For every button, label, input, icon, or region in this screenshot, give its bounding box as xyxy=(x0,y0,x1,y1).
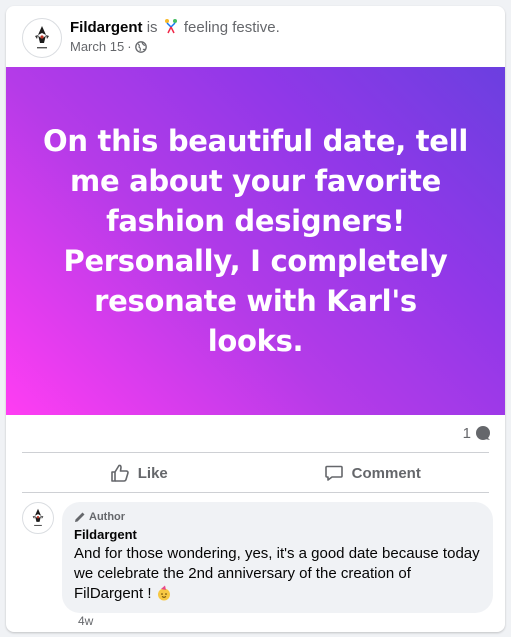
comment-timestamp[interactable]: 4w xyxy=(78,614,93,628)
comment-text: And for those wondering, yes, it's a goo… xyxy=(74,544,481,604)
author-name[interactable]: Fildargent xyxy=(70,19,143,36)
avatar-logo-icon xyxy=(35,26,49,49)
comment-bubble-icon xyxy=(476,426,490,440)
comment-label: Comment xyxy=(351,464,421,482)
comment-count[interactable]: 1 xyxy=(463,425,471,442)
post-banner: On this beautiful date, tell me about yo… xyxy=(6,67,505,415)
like-label: Like xyxy=(137,464,168,482)
party-emoji-icon xyxy=(157,585,170,601)
avatar-logo-icon xyxy=(32,508,44,526)
comment-icon xyxy=(324,465,343,481)
author-badge-label: Author xyxy=(89,511,126,523)
commenter-name[interactable]: Fildargent xyxy=(74,526,481,544)
post-date[interactable]: March 15 xyxy=(70,39,124,55)
comment-button[interactable]: Comment xyxy=(256,453,490,493)
like-button[interactable]: Like xyxy=(22,453,256,493)
comment-bubble: Author Fildargent And for those wonderin… xyxy=(62,502,493,613)
post-stats[interactable]: 1 xyxy=(463,423,491,443)
feeling-text: feeling festive. xyxy=(183,19,280,36)
post-header: Fildargent is feeling festive. March 15 … xyxy=(6,6,505,67)
post-actions: Like Comment xyxy=(22,453,489,493)
date-separator: · xyxy=(127,39,132,54)
divider xyxy=(22,492,489,493)
pencil-icon xyxy=(75,512,85,522)
like-icon xyxy=(110,464,129,482)
author-badge: Author xyxy=(74,510,481,524)
feeling-icon xyxy=(164,19,177,34)
is-text: is xyxy=(146,19,158,36)
commenter-avatar[interactable] xyxy=(22,502,54,534)
avatar[interactable] xyxy=(22,18,62,58)
post-card: Fildargent is feeling festive. March 15 … xyxy=(6,6,505,632)
banner-text: On this beautiful date, tell me about yo… xyxy=(43,124,468,358)
comment-body: And for those wondering, yes, it's a goo… xyxy=(74,545,480,602)
globe-icon xyxy=(134,41,147,53)
